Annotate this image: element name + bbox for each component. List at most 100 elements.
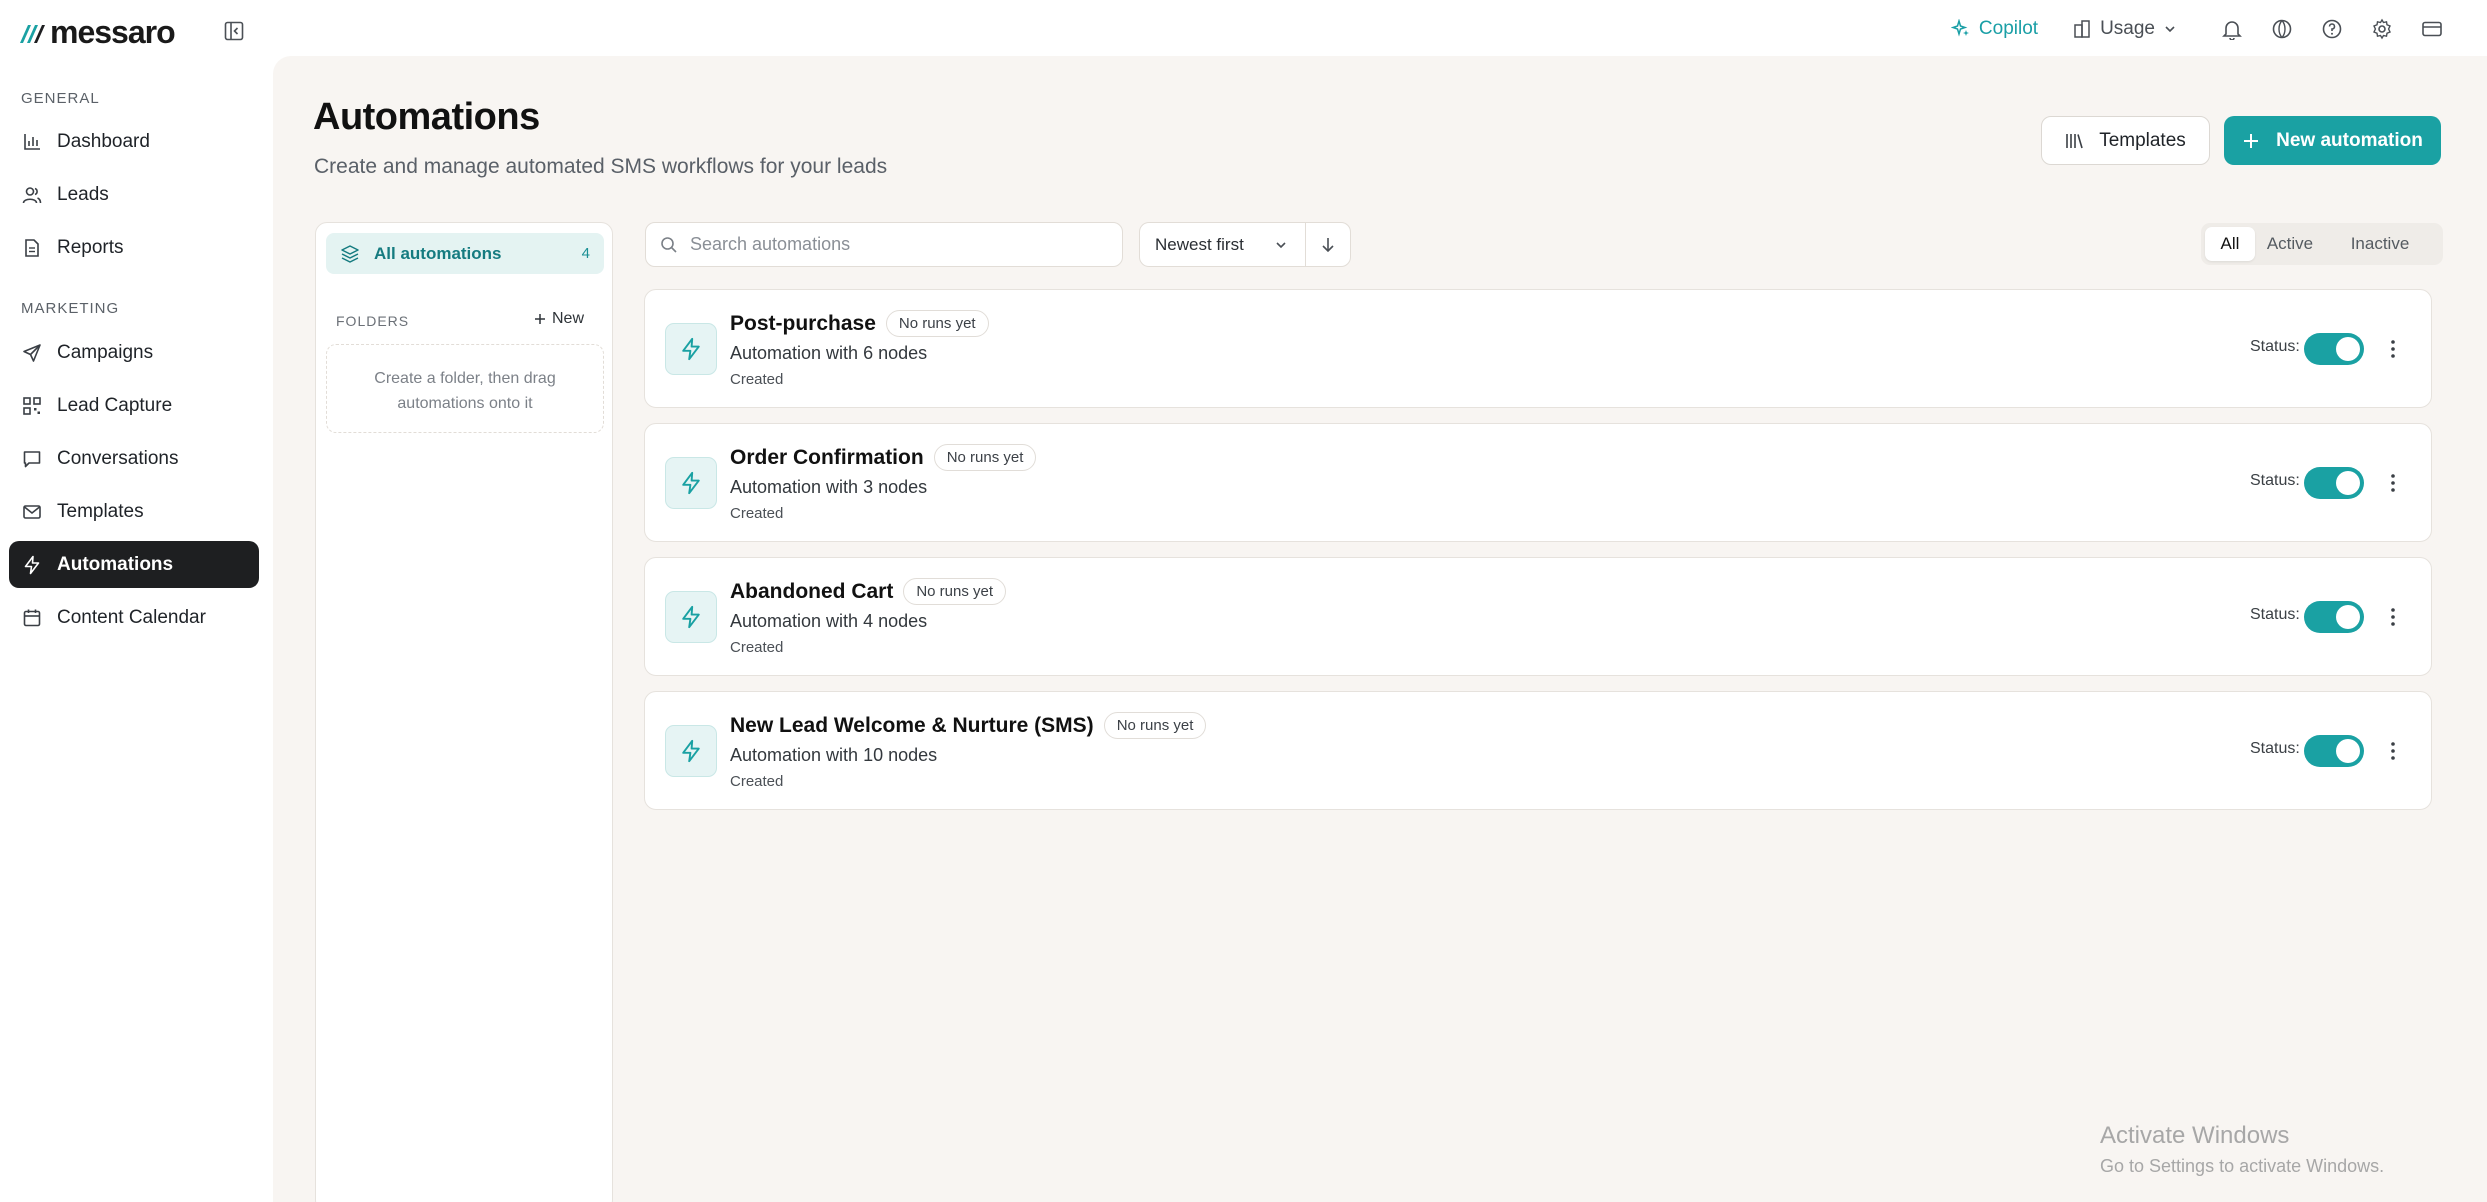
templates-button-label: Templates [2099, 129, 2186, 151]
bar-chart-icon [24, 133, 40, 150]
logo-mark-icon [20, 24, 45, 43]
sidebar-item-automations[interactable]: Automations [9, 541, 259, 588]
sort-dropdown[interactable]: Newest first [1139, 222, 1306, 267]
toggle-knob [2336, 337, 2360, 361]
automation-icon [665, 591, 717, 643]
automation-created: Created [730, 639, 784, 656]
sort-direction-button[interactable] [1305, 222, 1351, 267]
automation-description: Automation with 3 nodes [730, 477, 928, 497]
empty-state-line: Create a folder, then drag [374, 370, 556, 387]
status-label: Status: [2250, 606, 2300, 623]
lightning-icon [24, 555, 40, 574]
card-title-row: Post-purchase No runs yet [730, 310, 989, 337]
status-toggle[interactable] [2304, 735, 2364, 767]
runs-badge: No runs yet [1103, 712, 1207, 739]
kebab-menu-icon [2391, 742, 2395, 760]
usage-dropdown[interactable]: Usage [2072, 18, 2177, 40]
notifications-button[interactable] [2207, 10, 2257, 48]
sidebar-item-dashboard[interactable]: Dashboard [9, 118, 259, 165]
help-circle-icon [2322, 19, 2342, 39]
folder-empty-state: Create a folder, then drag automations o… [326, 344, 604, 433]
automation-card[interactable]: Post-purchase No runs yet Automation wit… [644, 289, 2432, 408]
more-options-button[interactable] [2381, 468, 2405, 498]
search-box [645, 222, 1123, 267]
automation-name[interactable]: Post-purchase [730, 312, 876, 336]
search-icon [661, 236, 677, 253]
help-button[interactable] [2307, 10, 2357, 48]
status-filter-tabs: All Active Inactive [2201, 223, 2443, 265]
runs-badge: No runs yet [903, 578, 1007, 605]
billing-button[interactable] [2407, 10, 2457, 48]
status-toggle[interactable] [2304, 467, 2364, 499]
automation-icon [665, 323, 717, 375]
card-title-row: New Lead Welcome & Nurture (SMS) No runs… [730, 712, 1207, 739]
kebab-menu-icon [2391, 608, 2395, 626]
sidebar-item-content-calendar[interactable]: Content Calendar [9, 594, 259, 641]
chevron-down-icon [1276, 241, 1286, 248]
usage-label: Usage [2100, 18, 2155, 39]
globe-icon [2272, 19, 2292, 39]
copilot-label: Copilot [1978, 18, 2039, 39]
users-icon [22, 186, 42, 203]
automation-card[interactable]: Order Confirmation No runs yet Automatio… [644, 423, 2432, 542]
automation-icon [665, 457, 717, 509]
page-title: Automations [313, 96, 540, 138]
search-input[interactable] [690, 234, 1090, 255]
filter-tab-active[interactable]: Active [2255, 227, 2325, 261]
automation-created: Created [730, 773, 784, 790]
status-toggle[interactable] [2304, 333, 2364, 365]
more-options-button[interactable] [2381, 602, 2405, 632]
sidebar-collapse-button[interactable] [222, 19, 246, 43]
status-toggle[interactable] [2304, 601, 2364, 633]
sidebar-item-templates[interactable]: Templates [9, 488, 259, 535]
sidebar-item-label: Campaigns [57, 341, 154, 363]
automation-name[interactable]: New Lead Welcome & Nurture (SMS) [730, 714, 1094, 738]
automation-name[interactable]: Order Confirmation [730, 446, 924, 470]
lightning-icon [682, 337, 700, 361]
automation-card[interactable]: New Lead Welcome & Nurture (SMS) No runs… [644, 691, 2432, 810]
automation-icon [665, 725, 717, 777]
sidebar-item-label: Automations [57, 553, 174, 575]
new-automation-label: New automation [2276, 129, 2423, 151]
plus-icon [2244, 133, 2259, 148]
filter-tab-all[interactable]: All [2205, 227, 2255, 261]
filter-tab-inactive[interactable]: Inactive [2325, 227, 2435, 261]
templates-button[interactable]: Templates [2041, 116, 2210, 165]
top-bar: messaro Copilot Usage [0, 0, 2487, 58]
language-button[interactable] [2257, 10, 2307, 48]
automation-description: Automation with 10 nodes [730, 745, 938, 765]
brand-logo[interactable]: messaro [18, 14, 176, 51]
main-content: Automations Create and manage automated … [273, 56, 2487, 1202]
mail-icon [23, 504, 41, 519]
sidebar-item-campaigns[interactable]: Campaigns [9, 329, 259, 376]
panel-collapse-icon [224, 21, 244, 41]
copilot-button[interactable]: Copilot [1950, 18, 2039, 40]
more-options-button[interactable] [2381, 736, 2405, 766]
qr-code-icon [23, 396, 41, 415]
all-automations-item[interactable]: All automations 4 [326, 233, 604, 274]
runs-badge: No runs yet [933, 444, 1037, 471]
more-options-button[interactable] [2381, 334, 2405, 364]
sidebar-item-label: Templates [57, 500, 144, 522]
gear-icon [2373, 18, 2391, 40]
windows-activation-watermark: Activate Windows Go to Settings to activ… [2100, 1122, 2384, 1177]
automation-card[interactable]: Abandoned Cart No runs yet Automation wi… [644, 557, 2432, 676]
new-folder-button[interactable]: New [534, 310, 584, 328]
section-label-general: GENERAL [21, 90, 100, 107]
all-automations-label: All automations [374, 243, 502, 263]
sidebar-item-label: Conversations [57, 447, 179, 469]
sidebar-item-leads[interactable]: Leads [9, 171, 259, 218]
automation-name[interactable]: Abandoned Cart [730, 580, 893, 604]
folders-heading: FOLDERS [336, 313, 410, 329]
chat-bubble-icon [23, 450, 41, 467]
top-right-actions: Copilot Usage [1950, 10, 2457, 48]
settings-button[interactable] [2357, 10, 2407, 48]
sidebar-item-lead-capture[interactable]: Lead Capture [9, 382, 259, 429]
new-automation-button[interactable]: New automation [2224, 116, 2441, 165]
lightning-icon [682, 471, 700, 495]
sidebar-item-reports[interactable]: Reports [9, 224, 259, 271]
brand-name: messaro [50, 14, 176, 50]
sidebar-item-label: Content Calendar [57, 606, 206, 628]
sidebar-item-conversations[interactable]: Conversations [9, 435, 259, 482]
watermark-subtitle: Go to Settings to activate Windows. [2100, 1156, 2385, 1176]
